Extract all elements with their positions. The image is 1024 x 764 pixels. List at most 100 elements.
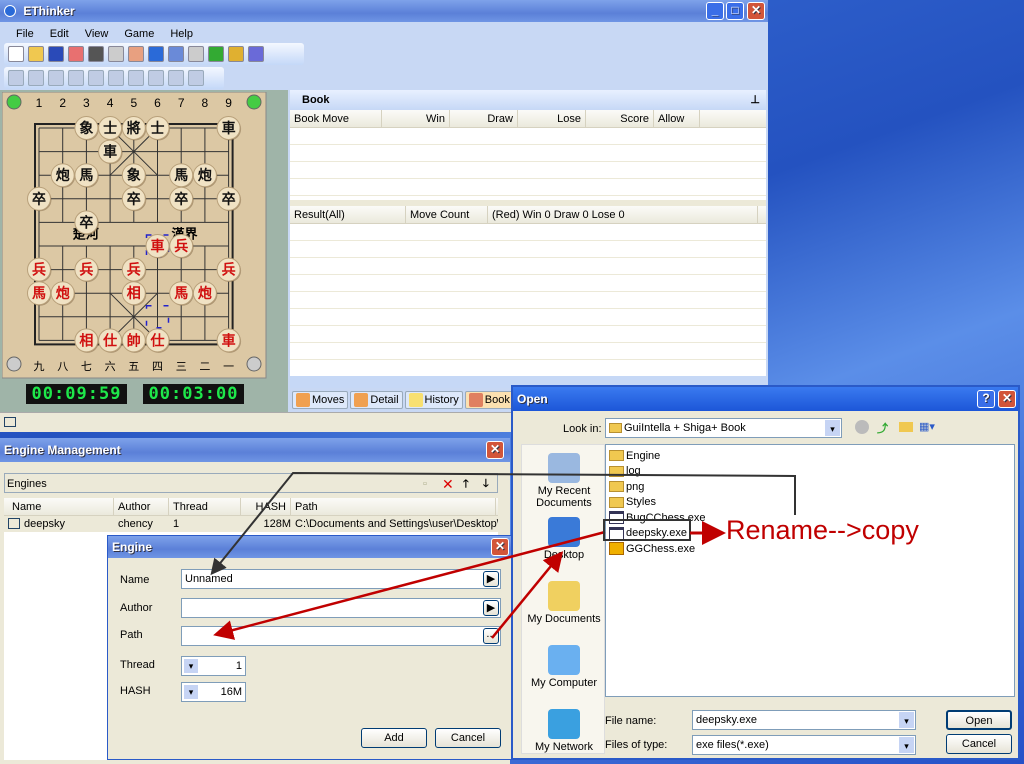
place-my-computer[interactable]: My Computer	[522, 645, 606, 689]
file-name: Styles	[626, 496, 656, 509]
minimize-button[interactable]: _	[706, 2, 724, 20]
xiangqi-board[interactable]: 楚河漢界123456789九八七六五四三二一象士將士車車炮馬象馬炮卒卒卒卒卒車兵…	[2, 92, 268, 380]
name-field[interactable]: Unnamed	[181, 569, 501, 589]
place-desktop[interactable]: Desktop	[522, 517, 606, 561]
engine-name: deepsky	[24, 518, 65, 530]
browse-button[interactable]: ...	[483, 628, 499, 644]
path-field[interactable]	[181, 626, 501, 646]
menu-help[interactable]: Help	[162, 24, 201, 42]
flip-icon[interactable]	[208, 46, 224, 62]
menu-edit[interactable]: Edit	[42, 24, 77, 42]
side-indicator	[246, 356, 262, 372]
open-icon[interactable]	[28, 46, 44, 62]
help-button[interactable]: ?	[977, 390, 995, 408]
computer-icon[interactable]	[168, 46, 184, 62]
result-col[interactable]: (Red) Win 0 Draw 0 Lose 0	[488, 206, 758, 223]
first-icon[interactable]	[88, 70, 104, 86]
file-item[interactable]: Styles	[609, 495, 1011, 511]
search-icon[interactable]	[108, 46, 124, 62]
look-in-dropdown[interactable]: GuiIntella + Shiga+ Book ▾	[605, 418, 842, 438]
tab-detail[interactable]: Detail	[350, 391, 403, 409]
book-col-lose[interactable]: Lose	[518, 110, 586, 127]
view-menu-icon[interactable]: ▦▾	[919, 420, 935, 433]
place-my-network[interactable]: My Network	[522, 709, 606, 753]
piece-label: 卒	[32, 191, 46, 207]
settings-icon[interactable]	[248, 46, 264, 62]
file-name-field[interactable]: deepsky.exe ▾	[692, 710, 916, 730]
prev-fast-icon[interactable]	[108, 70, 124, 86]
my-network-icon	[548, 709, 580, 739]
menu-game[interactable]: Game	[116, 24, 162, 42]
copy-icon[interactable]	[8, 70, 24, 86]
thread-spinner[interactable]: ▾ 1	[181, 656, 246, 676]
engine-col-thread[interactable]: Thread	[169, 498, 241, 515]
copy-fen-icon[interactable]	[28, 70, 44, 86]
file-type-chevron-icon[interactable]: ▾	[899, 737, 914, 753]
result-col[interactable]: Result(All)	[290, 206, 406, 223]
file-name-dropdown-icon[interactable]: ▾	[899, 712, 914, 728]
open-dialog-close-button[interactable]: ✕	[998, 390, 1016, 408]
delete-engine-icon[interactable]: ✕	[442, 474, 454, 494]
lock-icon[interactable]	[228, 46, 244, 62]
new-icon[interactable]	[8, 46, 24, 62]
thermometer-icon[interactable]	[128, 46, 144, 62]
engine-col-name[interactable]: Name	[4, 498, 114, 515]
book-col-allow[interactable]: Allow	[654, 110, 700, 127]
engine-management-title: Engine Management	[4, 443, 121, 457]
black-engine-icon[interactable]	[88, 46, 104, 62]
tab-book[interactable]: Book	[464, 391, 514, 409]
name-arrow-button[interactable]: ▶	[483, 571, 499, 587]
window-icon[interactable]	[148, 46, 164, 62]
tab-history[interactable]: History	[404, 391, 463, 409]
menu-view[interactable]: View	[77, 24, 117, 42]
book-col-draw[interactable]: Draw	[450, 110, 518, 127]
g-icon[interactable]	[188, 46, 204, 62]
open-button[interactable]: Open	[946, 710, 1012, 730]
engine-dialog-close-button[interactable]: ✕	[491, 538, 509, 556]
book-col-book-move[interactable]: Book Move	[290, 110, 382, 127]
move-down-icon[interactable]: 🡓	[483, 474, 489, 494]
engine-col-path[interactable]: Path	[291, 498, 496, 515]
tab-moves[interactable]: Moves	[292, 391, 349, 409]
author-field[interactable]	[181, 598, 501, 618]
engine-management-close-button[interactable]: ✕	[486, 441, 504, 459]
hash-spinner[interactable]: ▾ 16M	[181, 682, 246, 702]
engine-col-hash[interactable]: HASH	[241, 498, 291, 515]
maximize-button[interactable]: □	[726, 2, 744, 20]
undo-icon[interactable]	[68, 70, 84, 86]
add-button[interactable]: Add	[361, 728, 427, 748]
pin-icon[interactable]: ⊥	[750, 90, 760, 110]
new-engine-icon[interactable]: ▫	[423, 474, 427, 494]
engine-col-author[interactable]: Author	[114, 498, 169, 515]
next-fast-icon[interactable]	[168, 70, 184, 86]
place-my-recent-documents[interactable]: My Recent Documents	[522, 453, 606, 509]
cancel-button[interactable]: Cancel	[435, 728, 501, 748]
hash-dropdown-icon[interactable]: ▾	[184, 685, 198, 699]
file-item[interactable]: log	[609, 464, 1011, 480]
menu-file[interactable]: File	[8, 24, 42, 42]
paste-icon[interactable]	[48, 70, 64, 86]
result-col[interactable]: Move Count	[406, 206, 488, 223]
prev-icon[interactable]	[128, 70, 144, 86]
chevron-down-icon[interactable]: ▾	[825, 420, 840, 436]
engine-row[interactable]: deepsky chency 1 128M C:\Documents and Setti…	[4, 516, 498, 532]
open-cancel-button[interactable]: Cancel	[946, 734, 1012, 754]
book-col-win[interactable]: Win	[382, 110, 450, 127]
file-item[interactable]: png	[609, 479, 1011, 495]
new-folder-icon[interactable]	[899, 422, 913, 432]
book-col-score[interactable]: Score	[586, 110, 654, 127]
back-icon[interactable]	[855, 420, 869, 434]
engine-author: chency	[118, 518, 153, 530]
move-up-icon[interactable]: 🡑	[463, 474, 469, 494]
close-button[interactable]: ✕	[747, 2, 765, 20]
file-type-dropdown[interactable]: exe files(*.exe) ▾	[692, 735, 916, 755]
save-icon[interactable]	[48, 46, 64, 62]
red-engine-icon[interactable]	[68, 46, 84, 62]
place-my-documents[interactable]: My Documents	[522, 581, 606, 625]
next-icon[interactable]	[148, 70, 164, 86]
thread-dropdown-icon[interactable]: ▾	[184, 659, 198, 673]
author-arrow-button[interactable]: ▶	[483, 600, 499, 616]
last-icon[interactable]	[188, 70, 204, 86]
file-item[interactable]: Engine	[609, 448, 1011, 464]
up-folder-icon[interactable]: ⤴	[877, 420, 888, 436]
